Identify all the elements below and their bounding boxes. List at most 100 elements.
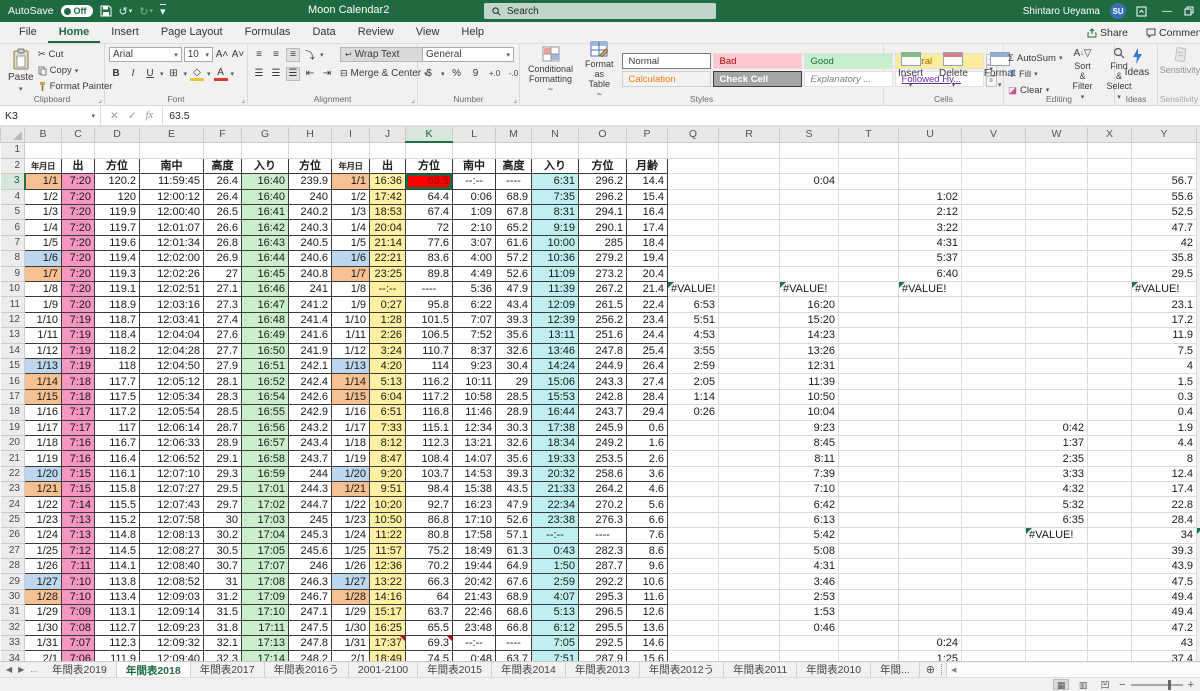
cell-U6[interactable]: 3:22 — [899, 220, 962, 235]
cell-O12[interactable]: 256.2 — [579, 312, 627, 327]
cell-N16[interactable]: 15:06 — [532, 374, 579, 389]
cell-B6[interactable]: 1/4 — [25, 220, 62, 235]
cell-M22[interactable]: 39.3 — [496, 466, 532, 481]
cell-D5[interactable]: 119.9 — [95, 205, 140, 220]
sort-filter-button[interactable]: A↓▽ Sort & Filter▾ — [1068, 47, 1096, 101]
sheet-nav-right-icon[interactable]: ▶ — [18, 665, 24, 674]
sheet-tab[interactable]: 年間表2017 — [191, 662, 265, 677]
cell-C27[interactable]: 7:12 — [62, 543, 95, 558]
cell-T18[interactable] — [839, 405, 899, 420]
cell-C28[interactable]: 7:11 — [62, 559, 95, 574]
cell-X16[interactable] — [1088, 374, 1132, 389]
cell-C5[interactable]: 7:20 — [62, 205, 95, 220]
cell-P5[interactable]: 16.4 — [627, 205, 668, 220]
cell-D12[interactable]: 118.7 — [95, 312, 140, 327]
copy-button[interactable]: Copy▾ — [38, 63, 113, 78]
cell-M17[interactable]: 28.5 — [496, 389, 532, 404]
cell-R25[interactable] — [719, 512, 780, 527]
cell-I33[interactable]: 1/31 — [332, 636, 370, 651]
row-header-32[interactable]: 32 — [1, 620, 25, 635]
cell-N24[interactable]: 22:34 — [532, 497, 579, 512]
cell-Y14[interactable]: 7.5 — [1132, 343, 1197, 358]
cell-I2[interactable]: 年月日 — [332, 158, 370, 173]
cell-S21[interactable]: 8:11 — [780, 451, 839, 466]
cell-P9[interactable]: 20.4 — [627, 266, 668, 281]
minimize-button[interactable]: — — [1160, 6, 1174, 17]
cell-P22[interactable]: 3.6 — [627, 466, 668, 481]
col-header-E[interactable]: E — [140, 127, 204, 142]
cell-H18[interactable]: 242.9 — [289, 405, 332, 420]
cell-V27[interactable] — [962, 543, 1026, 558]
cell-Q27[interactable] — [668, 543, 719, 558]
cell-O2[interactable]: 方位 — [579, 158, 627, 173]
cell-H5[interactable]: 240.2 — [289, 205, 332, 220]
cell-E23[interactable]: 12:07:27 — [140, 482, 204, 497]
cell-N6[interactable]: 9:19 — [532, 220, 579, 235]
cell-Q28[interactable] — [668, 559, 719, 574]
cell-Y11[interactable]: 23.1 — [1132, 297, 1197, 312]
borders-icon[interactable]: ⊞ — [167, 67, 181, 81]
sheet-nav-more[interactable]: ... — [30, 665, 37, 674]
cell-M33[interactable]: ---- — [496, 636, 532, 651]
cell-O26[interactable]: ---- — [579, 528, 627, 543]
cell-Y15[interactable]: 4 — [1132, 358, 1197, 373]
cell-K13[interactable]: 106.5 — [406, 328, 453, 343]
cell-V23[interactable] — [962, 482, 1026, 497]
cell-W9[interactable] — [1026, 266, 1088, 281]
cell-I32[interactable]: 1/30 — [332, 620, 370, 635]
user-name[interactable]: Shintaro Ueyama — [1023, 6, 1100, 17]
cell-X10[interactable] — [1088, 282, 1132, 297]
cell-S28[interactable]: 4:31 — [780, 559, 839, 574]
cell-R29[interactable] — [719, 574, 780, 589]
cell-W31[interactable] — [1026, 605, 1088, 620]
cell-T16[interactable] — [839, 374, 899, 389]
conditional-formatting-button[interactable]: Conditional Formatting ~ — [524, 47, 577, 93]
menu-tab-file[interactable]: File — [8, 23, 48, 43]
cell-R8[interactable] — [719, 251, 780, 266]
cell-J23[interactable]: 9:51 — [370, 482, 406, 497]
cell-V6[interactable] — [962, 220, 1026, 235]
cell-H2[interactable]: 方位 — [289, 158, 332, 173]
cell-V11[interactable] — [962, 297, 1026, 312]
fill-button[interactable]: ⬇Fill▾ — [1008, 67, 1062, 82]
zoom-out-icon[interactable]: − — [1119, 679, 1125, 691]
cell-R18[interactable] — [719, 405, 780, 420]
cell-P13[interactable]: 24.4 — [627, 328, 668, 343]
cell-N25[interactable]: 23:38 — [532, 512, 579, 527]
cell-L29[interactable]: 20:42 — [453, 574, 496, 589]
row-header-5[interactable]: 5 — [1, 205, 25, 220]
cell-M14[interactable]: 32.6 — [496, 343, 532, 358]
cell-F31[interactable]: 31.5 — [204, 605, 242, 620]
cell-H28[interactable]: 246 — [289, 559, 332, 574]
style-chip-2[interactable]: Good — [804, 53, 893, 69]
cell-G25[interactable]: 17:03 — [242, 512, 289, 527]
menu-tab-formulas[interactable]: Formulas — [234, 23, 302, 43]
cell-O21[interactable]: 253.5 — [579, 451, 627, 466]
cell-I16[interactable]: 1/14 — [332, 374, 370, 389]
cell-D2[interactable]: 方位 — [95, 158, 140, 173]
cell-J32[interactable]: 16:25 — [370, 620, 406, 635]
row-header-14[interactable]: 14 — [1, 343, 25, 358]
cell-J25[interactable]: 10:50 — [370, 512, 406, 527]
cell-K18[interactable]: 116.8 — [406, 405, 453, 420]
increase-indent-icon[interactable]: ⇥ — [320, 67, 334, 81]
cell-V31[interactable] — [962, 605, 1026, 620]
cell-C32[interactable]: 7:08 — [62, 620, 95, 635]
cell-H3[interactable]: 239.9 — [289, 174, 332, 189]
cell-D7[interactable]: 119.6 — [95, 235, 140, 250]
cell-U32[interactable] — [899, 620, 962, 635]
cell-N10[interactable]: 11:39 — [532, 282, 579, 297]
cell-E5[interactable]: 12:00:40 — [140, 205, 204, 220]
cell-O5[interactable]: 294.1 — [579, 205, 627, 220]
cell-F21[interactable]: 29.1 — [204, 451, 242, 466]
search-input[interactable]: Search — [484, 3, 716, 19]
cell-X28[interactable] — [1088, 559, 1132, 574]
zoom-slider[interactable]: − + — [1119, 679, 1194, 691]
cell-P27[interactable]: 8.6 — [627, 543, 668, 558]
cell-B14[interactable]: 1/12 — [25, 343, 62, 358]
cell-Q16[interactable]: 2:05 — [668, 374, 719, 389]
cell-G27[interactable]: 17:05 — [242, 543, 289, 558]
cell-G18[interactable]: 16:55 — [242, 405, 289, 420]
cell-U27[interactable] — [899, 543, 962, 558]
cell-P34[interactable]: 15.6 — [627, 651, 668, 661]
